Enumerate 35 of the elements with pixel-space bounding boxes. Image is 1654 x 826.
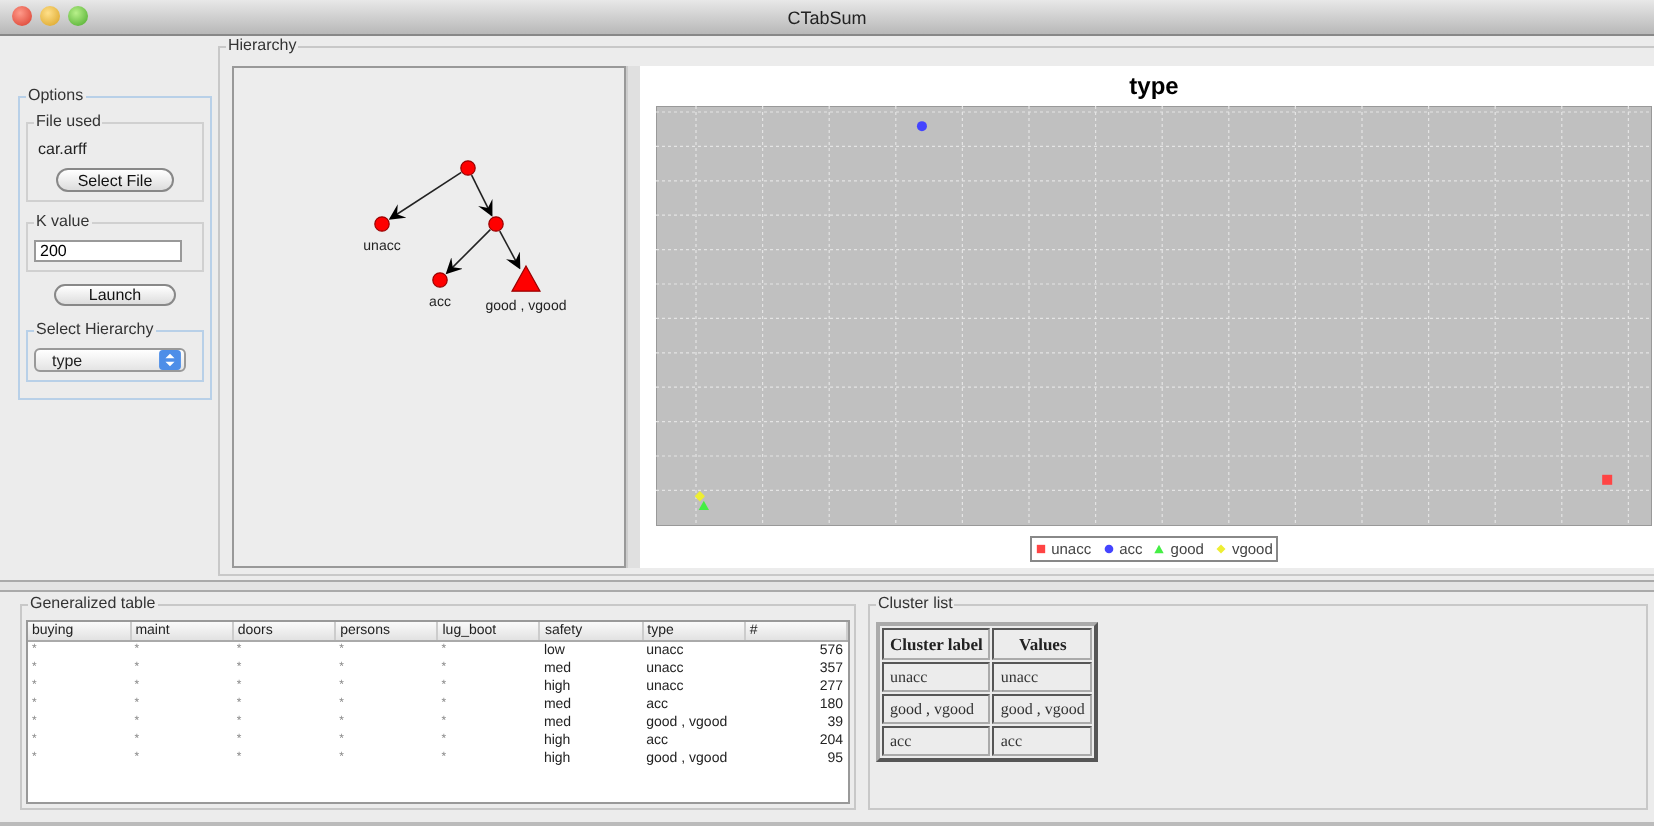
tree-edge-arrow [470, 174, 493, 217]
tree-edge-arrow [388, 171, 463, 220]
group-label: Cluster list [876, 594, 955, 614]
close-button[interactable] [12, 6, 32, 26]
group-label: File used [34, 112, 103, 132]
group-label: Generalized table [28, 594, 158, 614]
window-title: CTabSum [787, 7, 867, 27]
group-label: Select Hierarchy [34, 320, 156, 340]
tree-node [460, 160, 476, 176]
minimize-button[interactable] [40, 6, 60, 26]
column-header: Values [992, 628, 1093, 660]
tree-edge-arrow [445, 228, 492, 275]
tree-node [374, 216, 390, 232]
k-value-field[interactable]: 200 [34, 240, 182, 262]
chart-title: type [1129, 70, 1179, 102]
select-file-button[interactable]: Select File [55, 168, 175, 192]
group-label: Options [26, 86, 86, 106]
tree-node [488, 216, 504, 232]
table-cell: acc [882, 726, 991, 756]
zoom-button[interactable] [68, 6, 88, 26]
file-name: car.arff [36, 140, 89, 160]
group-label: Hierarchy [226, 36, 299, 56]
tree-edge-arrow [498, 230, 521, 270]
table-cell: good , vgood [992, 694, 1093, 724]
table-cell: unacc [992, 662, 1093, 692]
hierarchy-dropdown[interactable]: type [34, 348, 186, 372]
launch-button[interactable]: Launch [54, 284, 176, 306]
table-cell: unacc [882, 662, 991, 692]
column-header: Cluster label [882, 628, 991, 660]
tree-node-triangle [511, 264, 541, 292]
stepper-icon [158, 350, 182, 370]
group-label: K value [34, 212, 92, 232]
table-cell: acc [992, 726, 1093, 756]
tree-node [432, 272, 448, 288]
table-cell: good , vgood [882, 694, 991, 724]
